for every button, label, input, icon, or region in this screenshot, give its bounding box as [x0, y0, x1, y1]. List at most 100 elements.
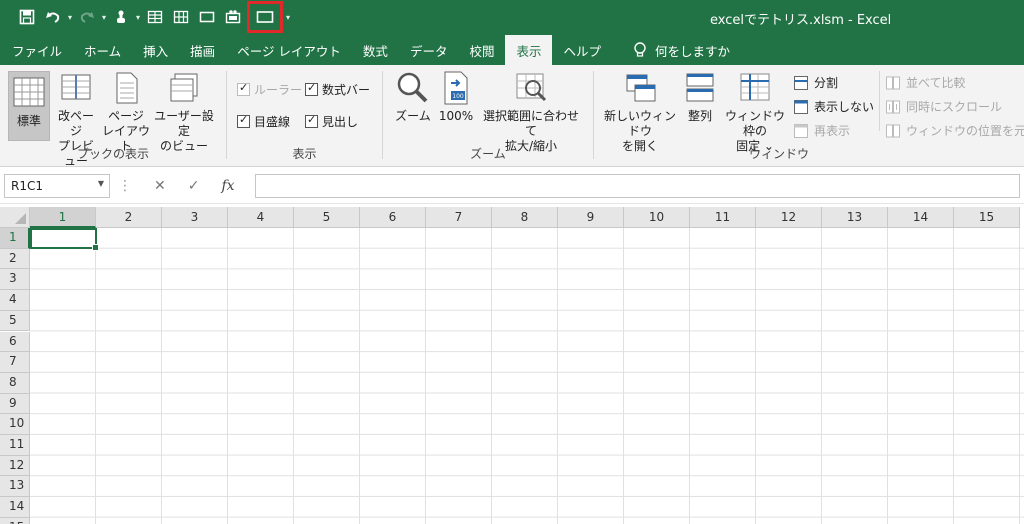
column-header[interactable]: 2 — [96, 207, 162, 228]
active-cell[interactable] — [30, 228, 99, 251]
row-header[interactable]: 12 — [0, 455, 30, 477]
group-book-view: 標準 改ページ プレビュー ページ レイアウト ユーザー設定 のビュー ブックの… — [0, 65, 226, 168]
sync-scroll-button[interactable]: 同時にスクロール — [886, 98, 1002, 115]
zoom-to-selection-button[interactable]: 選択範囲に合わせて 拡大/縮小 — [479, 71, 583, 154]
zoom-100-button[interactable]: 100 100% — [437, 71, 475, 124]
rectangle-icon[interactable] — [194, 6, 220, 28]
tab-view[interactable]: 表示 — [505, 35, 553, 65]
redo-icon[interactable] — [74, 6, 100, 28]
column-header[interactable]: 9 — [558, 207, 624, 228]
zoom-button[interactable]: ズーム — [395, 71, 431, 124]
row-header[interactable]: 15 — [0, 517, 30, 524]
hide-window-icon — [794, 99, 808, 114]
tab-help[interactable]: ヘルプ — [552, 35, 612, 65]
reset-window-position-button[interactable]: ウィンドウの位置を元に戻 — [886, 122, 1024, 139]
column-header[interactable]: 13 — [822, 207, 888, 228]
column-header[interactable]: 1 — [30, 207, 96, 228]
column-header[interactable]: 8 — [492, 207, 558, 228]
grid-icon[interactable] — [142, 6, 168, 28]
tab-home[interactable]: ホーム — [73, 35, 132, 65]
group-zoom: ズーム 100 100% 選択範囲に合わせて 拡大/縮小 ズーム — [383, 65, 593, 165]
column-header[interactable]: 15 — [954, 207, 1020, 228]
row-header[interactable]: 5 — [0, 310, 30, 332]
row-header[interactable]: 2 — [0, 248, 30, 270]
grid-alt-icon[interactable] — [168, 6, 194, 28]
customize-toolbar-icon[interactable]: ▾ — [284, 6, 292, 28]
freeze-panes-button[interactable]: ウィンドウ枠の 固定 ⌄ — [720, 71, 790, 154]
column-header[interactable]: 11 — [690, 207, 756, 228]
row-header[interactable]: 14 — [0, 497, 30, 518]
column-header[interactable]: 4 — [228, 207, 294, 228]
tab-review[interactable]: 校閲 — [458, 35, 505, 65]
group-label-show: 表示 — [292, 147, 317, 161]
save-icon[interactable] — [14, 6, 40, 28]
page-layout-button[interactable]: ページ レイアウト — [102, 71, 150, 154]
normal-view-icon — [13, 77, 45, 107]
side-by-side-button[interactable]: 並べて比較 — [886, 74, 966, 91]
ribbon: 標準 改ページ プレビュー ページ レイアウト ユーザー設定 のビュー ブックの… — [0, 65, 1024, 168]
worksheet-grid: 1 2 3 4 5 6 7 8 9 10 11 12 13 14 15 1 2 3 4 5 6 7 8 9 10 11 12 13 1… — [0, 207, 1024, 524]
ribbon-tabs: ファイル ホーム 挿入 描画 ページ レイアウト 数式 データ 校閲 表示 ヘル… — [0, 35, 1024, 65]
touch-dropdown-icon[interactable]: ▾ — [134, 6, 142, 28]
column-header[interactable]: 10 — [624, 207, 690, 228]
magnifier-icon — [397, 72, 428, 103]
undo-dropdown-icon[interactable]: ▾ — [66, 6, 74, 28]
tab-draw[interactable]: 描画 — [179, 35, 226, 65]
ruler-checkbox[interactable]: ルーラー — [237, 81, 302, 98]
row-header[interactable]: 11 — [0, 435, 30, 456]
tab-insert[interactable]: 挿入 — [132, 35, 179, 65]
cell-area[interactable] — [30, 228, 1024, 524]
gridlines-checkbox[interactable]: 目盛線 — [237, 113, 290, 130]
column-header[interactable]: 5 — [294, 207, 360, 228]
row-header[interactable]: 7 — [0, 352, 30, 373]
more-dots-icon: ⋮ — [118, 178, 132, 194]
row-header[interactable]: 3 — [0, 269, 30, 291]
row-header[interactable]: 1 — [0, 228, 30, 249]
row-header[interactable]: 6 — [0, 331, 30, 353]
tab-formulas[interactable]: 数式 — [352, 35, 399, 65]
row-header[interactable]: 8 — [0, 372, 30, 394]
row-header[interactable]: 9 — [0, 393, 30, 415]
custom-views-icon — [170, 73, 198, 102]
undo-icon[interactable] — [40, 6, 66, 28]
formula-input[interactable] — [255, 174, 1020, 198]
column-header[interactable]: 6 — [360, 207, 426, 228]
fullscreen-icon[interactable] — [247, 1, 283, 33]
new-window-button[interactable]: 新しいウィンドウ を開く — [600, 71, 680, 154]
tab-page-layout[interactable]: ページ レイアウト — [226, 35, 352, 65]
camera-icon[interactable] — [220, 6, 246, 28]
tab-file[interactable]: ファイル — [0, 35, 73, 65]
unhide-window-button[interactable]: 再表示 — [794, 122, 850, 139]
column-header[interactable]: 3 — [162, 207, 228, 228]
column-header[interactable]: 14 — [888, 207, 954, 228]
name-box[interactable]: R1C1 ▼ — [4, 174, 110, 198]
split-button[interactable]: 分割 — [794, 74, 838, 91]
insert-function-icon[interactable]: fx — [221, 178, 234, 194]
window-title: excelでテトリス.xlsm - Excel — [710, 13, 892, 28]
custom-views-button[interactable]: ユーザー設定 のビュー — [150, 71, 218, 154]
arrange-button[interactable]: 整列 — [682, 71, 718, 124]
split-icon — [794, 75, 808, 90]
select-all-corner[interactable] — [0, 207, 30, 228]
row-header[interactable]: 4 — [0, 290, 30, 311]
tab-data[interactable]: データ — [399, 35, 459, 65]
group-label-book-view: ブックの表示 — [76, 147, 149, 161]
touch-mode-icon[interactable] — [108, 6, 134, 28]
redo-dropdown-icon[interactable]: ▾ — [100, 6, 108, 28]
normal-view-button[interactable]: 標準 — [8, 71, 50, 141]
row-header[interactable]: 13 — [0, 476, 30, 498]
formula-bar-buttons: ⋮ ✕ ✓ fx — [118, 174, 235, 198]
formula-bar-checkbox[interactable]: 数式バー — [305, 81, 370, 98]
headings-checkbox[interactable]: 見出し — [305, 113, 358, 130]
cancel-icon[interactable]: ✕ — [154, 178, 166, 194]
tell-me-box[interactable]: 何をしますか — [622, 35, 741, 65]
page-layout-icon — [116, 72, 138, 104]
hide-window-button[interactable]: 表示しない — [794, 98, 874, 115]
enter-icon[interactable]: ✓ — [188, 178, 200, 194]
row-header[interactable]: 10 — [0, 414, 30, 435]
name-box-dropdown-icon[interactable]: ▼ — [98, 179, 104, 188]
column-header[interactable]: 7 — [426, 207, 492, 228]
column-header[interactable]: 12 — [756, 207, 822, 228]
sync-scroll-icon — [886, 100, 900, 113]
new-window-icon — [626, 74, 656, 102]
